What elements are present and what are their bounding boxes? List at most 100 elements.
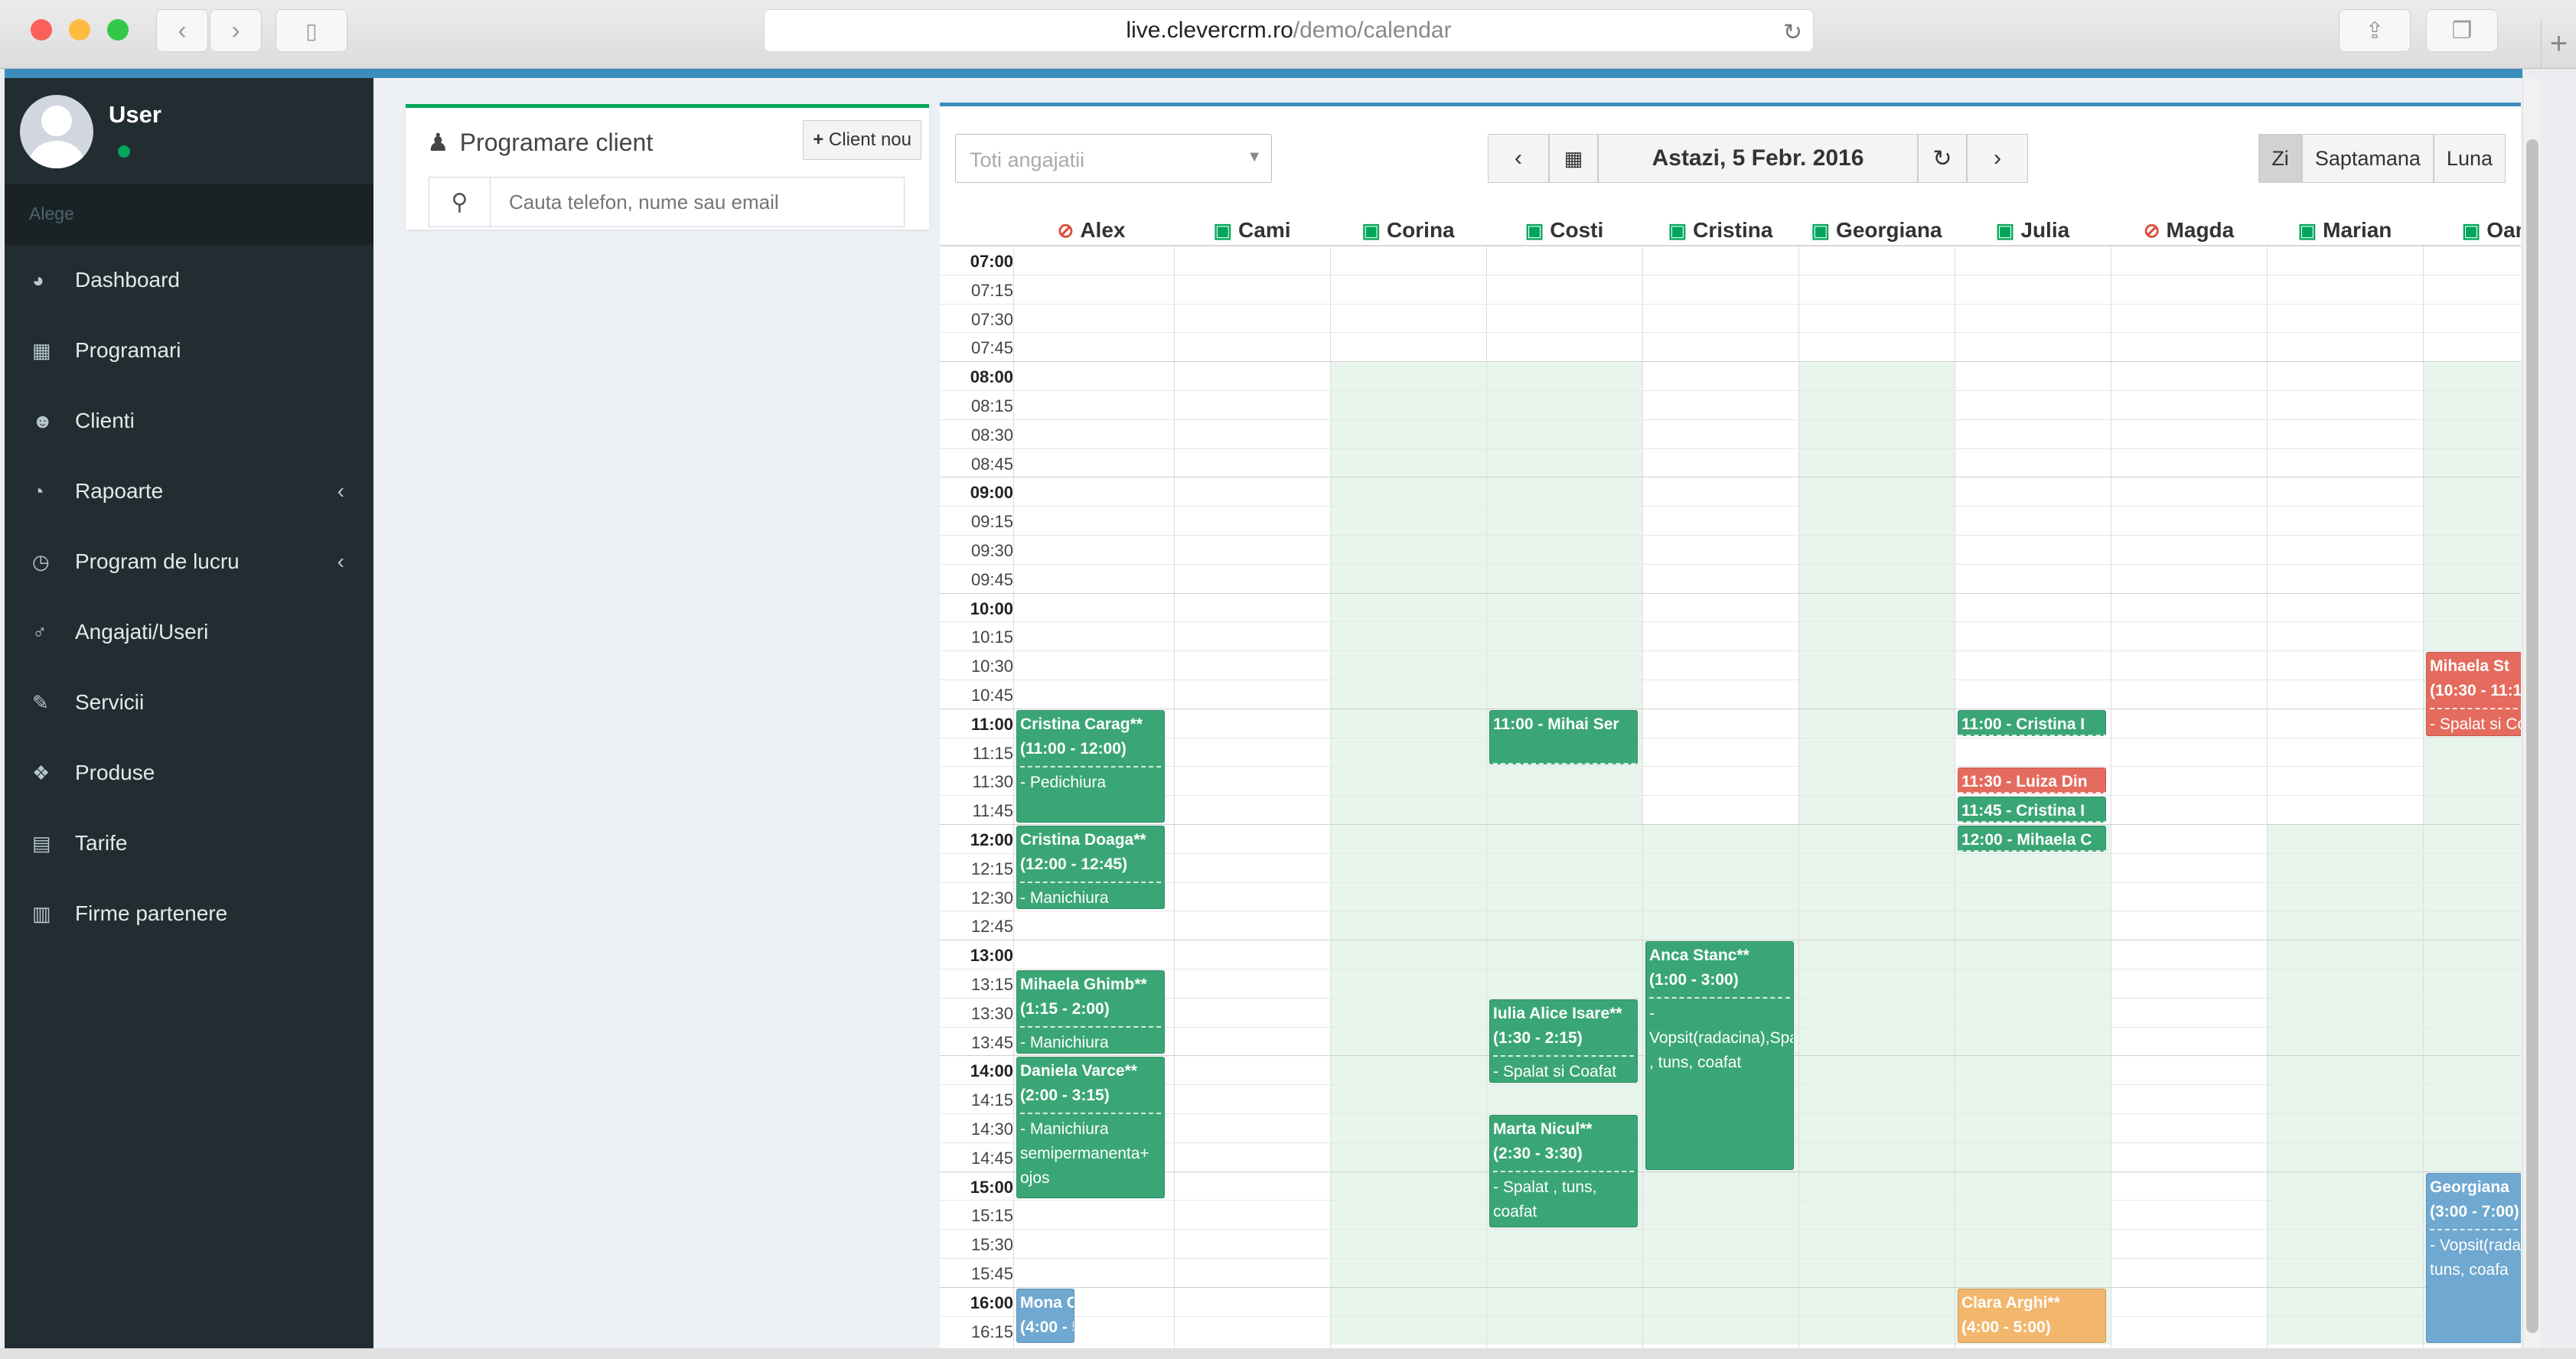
view-week-button[interactable]: Saptamana [2301, 134, 2434, 183]
refresh-icon[interactable]: ↻ [1918, 134, 1967, 183]
time-label: 07:15 [970, 280, 1013, 300]
time-label: 14:00 [970, 1061, 1013, 1081]
column-header-label: Cristina [1693, 218, 1773, 242]
forward-icon[interactable]: › [210, 9, 262, 52]
time-gridline [940, 563, 2521, 565]
time-gridline [940, 621, 2521, 623]
appointment-card[interactable]: Marta Nicul** (2:30 - 3:30) - Spalat , tun… [1489, 1115, 1638, 1228]
appointment-name: Georgiana [2430, 1178, 2509, 1196]
sidebar-toggle-icon[interactable]: ▯ [276, 9, 347, 52]
sidebar-item-label: Tarife [75, 831, 128, 855]
column-header-label: Costi [1550, 218, 1604, 242]
time-label: 16:15 [970, 1322, 1013, 1341]
view-day-button[interactable]: Zi [2258, 134, 2302, 183]
sidebar-item-rapoarte[interactable]: ◔ Rapoarte ‹ [5, 456, 373, 526]
column-header-cristina[interactable]: ▣ Cristina [1642, 215, 1798, 246]
appointment-card[interactable]: Cristina Doaga** (12:00 - 12:45) - Manichi… [1016, 826, 1165, 910]
sidebar-item-label: Clienti [75, 409, 135, 432]
column-header-corina[interactable]: ▣ Corina [1330, 215, 1486, 246]
appointment-card[interactable]: Mihaela St (10:30 - 11:1 - Spalat si Co [2426, 652, 2521, 736]
vertical-scrollbar[interactable] [2522, 78, 2541, 1348]
sidebar-item-dashboard[interactable]: ◕ Dashboard [5, 245, 373, 315]
appointment-card[interactable]: Iulia Alice Isare** (1:30 - 2:15) - Spalat… [1489, 999, 1638, 1084]
client-box: ♟ Programare client + Client nou ⚲ [406, 104, 929, 230]
appointment-card[interactable]: 11:45 - Cristina I [1958, 797, 2106, 823]
sidebar-item-programari[interactable]: ▦ Programari [5, 315, 373, 386]
view-month-button[interactable]: Luna [2433, 134, 2506, 183]
employee-select[interactable]: Toti angajatii ▼ [955, 134, 1272, 183]
time-label: 14:45 [970, 1148, 1013, 1168]
appointment-card[interactable]: Anca Stanc** (1:00 - 3:00) - Vopsit(radaci… [1645, 941, 1794, 1170]
appointment-card[interactable]: 11:00 - Cristina I [1958, 709, 2106, 736]
appointment-card[interactable]: Daniela Varce** (2:00 - 3:15) - Manichiura… [1016, 1057, 1165, 1199]
share-icon[interactable]: ⇪ [2339, 9, 2411, 52]
dashboard-icon: ◕ [32, 268, 44, 292]
appointment-time: (1:30 - 2:15) [1493, 1028, 1583, 1047]
appointment-service: - Vopsit(radacina),Spalat , tuns, coafat [1649, 997, 1793, 1075]
appointment-time: (2:00 - 3:15) [1020, 1087, 1110, 1105]
browser-toolbar: ‹ › ▯ live.clevercrm.ro/demo/calendar ↻ … [0, 0, 2576, 69]
appointment-card[interactable]: Clara Arghi** (4:00 - 5:00) [1958, 1288, 2106, 1344]
sidebar-item-produse[interactable]: ❖ Produse [5, 738, 373, 808]
current-date[interactable]: Astazi, 5 Febr. 2016 [1598, 134, 1918, 183]
minimize-window-icon[interactable] [69, 19, 90, 41]
column-magda[interactable] [2111, 246, 2267, 1352]
time-label: 12:00 [970, 830, 1013, 849]
appointment-time: (12:00 - 12:45) [1020, 855, 1128, 873]
appointment-card[interactable]: 11:00 - Mihai Ser [1489, 709, 1638, 765]
tabs-overview-icon[interactable]: ❐ [2426, 9, 2498, 52]
new-tab-icon[interactable]: + [2541, 18, 2576, 69]
column-header-alex[interactable]: ⊘ Alex [1013, 215, 1169, 246]
sidebar-item-clienti[interactable]: ☻ Clienti [5, 386, 373, 456]
appointment-time: (3:00 - 7:00) [2430, 1202, 2519, 1220]
calendar-check-icon: ▣ [1668, 218, 1687, 242]
column-header-costi[interactable]: ▣ Costi [1486, 215, 1642, 246]
search-icon[interactable]: ⚲ [429, 178, 491, 226]
column-header-cami[interactable]: ▣ Cami [1174, 215, 1330, 246]
sidebar-item-program-de-lucru[interactable]: ◷ Program de lucru ‹ [5, 526, 373, 597]
sidebar-item-tarife[interactable]: ▤ Tarife [5, 808, 373, 878]
employee-select-value: Toti angajatii [970, 148, 1085, 171]
time-label: 10:30 [970, 657, 1013, 676]
appointment-card[interactable]: Cristina Carag** (11:00 - 12:00) - Pedichi… [1016, 709, 1165, 823]
column-header-georgiana[interactable]: ▣ Georgiana [1798, 215, 1955, 246]
back-icon[interactable]: ‹ [156, 9, 208, 52]
sidebar-item-label: Produse [75, 761, 155, 784]
new-client-button[interactable]: + Client nou [803, 120, 921, 160]
appointment-card[interactable]: 11:30 - Luiza Din [1958, 767, 2106, 794]
search-input[interactable] [491, 178, 904, 226]
sidebar-item-label: Rapoarte [75, 479, 164, 503]
prev-day-button[interactable]: ‹ [1488, 134, 1549, 183]
calendar-check-icon: ▣ [1361, 218, 1381, 242]
calendar-body: 07:00 07:15 07:30 07:45 08:00 08:15 08:30 08:45… [940, 246, 2521, 1352]
appointment-card[interactable]: 12:00 - Mihaela C [1958, 826, 2106, 852]
time-gridline [940, 1258, 2521, 1259]
sidebar-menu: ◕ Dashboard ▦ Programari ☻ Clienti ◔ Rapoarte ‹ ◷… [5, 245, 373, 949]
appointment-card[interactable]: Georgiana (3:00 - 7:00) - Vopsit(radac , t… [2426, 1172, 2521, 1344]
maximize-window-icon[interactable] [107, 19, 129, 41]
sidebar-item-servicii[interactable]: ✎ Servicii [5, 667, 373, 738]
calendar-picker-icon[interactable]: ▦ [1549, 134, 1598, 183]
time-gridline [940, 506, 2521, 507]
time-label: 07:00 [970, 252, 1013, 271]
appointment-card[interactable]: Mihaela Ghimb** (1:15 - 2:00) - Manichiura [1016, 970, 1165, 1054]
column-header-oana[interactable]: ▣Oana [2423, 215, 2521, 246]
appointment-card[interactable]: Mona C (4:00 - 5 [1016, 1288, 1074, 1344]
column-header-magda[interactable]: ⊘ Magda [2111, 215, 2267, 246]
calendar-check-icon: ▣ [2297, 218, 2317, 242]
column-header-marian[interactable]: ▣ Marian [2267, 215, 2423, 246]
column-header-julia[interactable]: ▣ Julia [1955, 215, 2111, 246]
horizontal-scrollbar[interactable] [0, 1348, 2576, 1359]
address-bar[interactable]: live.clevercrm.ro/demo/calendar ↻ [764, 9, 1814, 52]
next-day-button[interactable]: › [1967, 134, 2028, 183]
time-gridline [940, 448, 2521, 449]
close-window-icon[interactable] [31, 19, 52, 41]
time-label: 15:30 [970, 1235, 1013, 1255]
reload-icon[interactable]: ↻ [1783, 19, 1802, 46]
time-label: 09:45 [970, 569, 1013, 589]
time-label: 09:30 [970, 541, 1013, 560]
sidebar-item-angajati-useri[interactable]: ♂ Angajati/Useri [5, 597, 373, 667]
view-switcher: Zi Saptamana Luna [2258, 134, 2506, 183]
column-cami[interactable] [1174, 246, 1330, 1352]
sidebar-item-firme-partenere[interactable]: ▥ Firme partenere [5, 878, 373, 949]
